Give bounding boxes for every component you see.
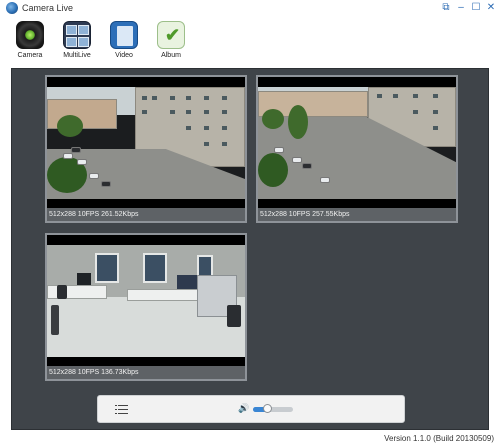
- list-icon[interactable]: [115, 405, 128, 414]
- maximize-button[interactable]: ☐: [470, 2, 482, 14]
- version-label: Version 1.1.0 (Build 20130509): [384, 434, 494, 443]
- playback-control-bar: 🔊: [97, 395, 405, 423]
- camera-feed-1: [47, 87, 245, 199]
- restore-icon[interactable]: ⧉: [440, 2, 452, 14]
- camera-feed-3: [47, 245, 245, 357]
- multilive-button[interactable]: MultiLive: [55, 21, 99, 63]
- minimize-button[interactable]: –: [455, 2, 467, 14]
- volume-icon[interactable]: 🔊: [238, 403, 249, 414]
- camera-app-icon: [6, 2, 18, 14]
- album-button[interactable]: ✔ Album: [149, 21, 193, 63]
- camera-feed-2: [258, 87, 456, 199]
- stream-status-1: 512x288 10FPS 261.52Kbps: [47, 208, 245, 221]
- video-panel-2[interactable]: 512x288 10FPS 257.55Kbps: [256, 75, 458, 223]
- album-label: Album: [161, 52, 181, 59]
- album-check-icon: ✔: [157, 21, 185, 49]
- multilive-label: MultiLive: [63, 52, 91, 59]
- volume-slider-knob[interactable]: [263, 404, 272, 413]
- video-button[interactable]: Video: [102, 21, 146, 63]
- stream-status-2: 512x288 10FPS 257.55Kbps: [258, 208, 456, 221]
- close-button[interactable]: ✕: [485, 2, 497, 14]
- camera-button[interactable]: Camera: [8, 21, 52, 63]
- camera-lens-icon: [16, 21, 44, 49]
- stream-status-3: 512x288 10FPS 136.73Kbps: [47, 366, 245, 379]
- camera-label: Camera: [17, 52, 43, 59]
- film-icon: [110, 21, 138, 49]
- multi-view-icon: [63, 21, 91, 49]
- video-panel-1[interactable]: 512x288 10FPS 261.52Kbps: [45, 75, 247, 223]
- volume-slider[interactable]: [253, 404, 293, 413]
- video-panel-3[interactable]: 512x288 10FPS 136.73Kbps: [45, 233, 247, 381]
- video-label: Video: [115, 52, 133, 59]
- live-view-area: 512x288 10FPS 261.52Kbps 512x288 10FPS 2…: [11, 68, 489, 430]
- window-title: Camera Live: [22, 3, 74, 13]
- title-bar: Camera Live ⧉ – ☐ ✕: [0, 0, 500, 17]
- main-toolbar: Camera MultiLive Video ✔ Album: [0, 17, 500, 65]
